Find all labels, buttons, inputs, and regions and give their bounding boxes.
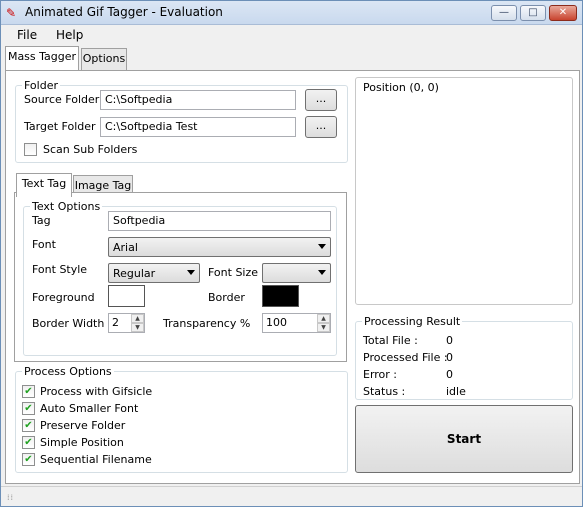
error-value: 0 — [446, 368, 453, 381]
border-color-swatch[interactable] — [262, 285, 299, 307]
border-label: Border — [208, 291, 245, 304]
window-title: Animated Gif Tagger - Evaluation — [25, 5, 223, 19]
close-button[interactable]: ✕ — [549, 5, 577, 21]
app-icon: ✎ — [6, 6, 17, 20]
tag-input[interactable]: Softpedia — [108, 211, 331, 231]
font-style-label: Font Style — [32, 263, 88, 276]
chevron-down-icon — [318, 270, 326, 275]
tab-options[interactable]: Options — [81, 48, 127, 70]
position-label: Position (0, 0) — [363, 81, 439, 94]
title-bar[interactable]: ✎ Animated Gif Tagger - Evaluation — □ ✕ — [1, 1, 582, 25]
process-options-label: Process Options — [22, 365, 114, 378]
error-label: Error : — [363, 368, 398, 381]
start-button[interactable]: Start — [355, 405, 573, 473]
text-options-label: Text Options — [30, 200, 103, 213]
font-label: Font — [32, 238, 56, 251]
folder-group: Folder Source Folder C:\Softpedia ... Ta… — [15, 79, 348, 163]
app-window: ✎ Animated Gif Tagger - Evaluation — □ ✕… — [0, 0, 583, 507]
transparency-value: 100 — [266, 316, 287, 329]
spin-down-icon[interactable]: ▼ — [317, 323, 330, 332]
menu-bar: File Help — [1, 25, 582, 45]
spin-down-icon[interactable]: ▼ — [131, 323, 144, 332]
transparency-spin-buttons[interactable]: ▲ ▼ — [317, 314, 330, 332]
font-size-select[interactable] — [262, 263, 331, 283]
font-select[interactable]: Arial — [108, 237, 331, 257]
sequential-filename-label: Sequential Filename — [40, 453, 152, 466]
chevron-down-icon — [318, 244, 326, 249]
simple-position-checkbox[interactable]: ✔ — [22, 436, 35, 449]
text-tag-panel: Text Options Tag Softpedia Font Arial Fo… — [14, 192, 347, 362]
source-folder-label: Source Folder — [24, 93, 100, 106]
chevron-down-icon — [187, 270, 195, 275]
preserve-folder-checkbox[interactable]: ✔ — [22, 419, 35, 432]
mass-tagger-panel: Folder Source Folder C:\Softpedia ... Ta… — [5, 70, 580, 484]
total-file-value: 0 — [446, 334, 453, 347]
minimize-button[interactable]: — — [491, 5, 517, 21]
spin-up-icon[interactable]: ▲ — [131, 314, 144, 323]
status-bar: ⁞⁞ — [1, 486, 582, 506]
scan-sub-folders-checkbox[interactable] — [24, 143, 37, 156]
font-size-label: Font Size — [208, 266, 259, 279]
menu-help[interactable]: Help — [56, 28, 83, 42]
font-style-value: Regular — [113, 267, 156, 280]
auto-smaller-font-label: Auto Smaller Font — [40, 402, 139, 415]
simple-position-label: Simple Position — [40, 436, 124, 449]
process-gifsicle-label: Process with Gifsicle — [40, 385, 153, 398]
process-options-group: Process Options ✔ Process with Gifsicle … — [15, 365, 348, 473]
main-tabs: Mass Tagger Options — [5, 46, 205, 70]
processing-result-group: Processing Result Total File : 0 Process… — [355, 315, 573, 400]
sequential-filename-checkbox[interactable]: ✔ — [22, 453, 35, 466]
transparency-spinner[interactable]: 100 ▲ ▼ — [262, 313, 331, 333]
font-select-value: Arial — [113, 241, 138, 254]
target-folder-input[interactable]: C:\Softpedia Test — [100, 117, 296, 137]
folder-group-label: Folder — [22, 79, 60, 92]
source-folder-input[interactable]: C:\Softpedia — [100, 90, 296, 110]
processed-file-value: 0 — [446, 351, 453, 364]
status-label: Status : — [363, 385, 406, 398]
target-browse-button[interactable]: ... — [305, 116, 337, 138]
tab-mass-tagger[interactable]: Mass Tagger — [5, 46, 79, 70]
target-folder-label: Target Folder — [24, 120, 96, 133]
preserve-folder-label: Preserve Folder — [40, 419, 126, 432]
position-preview-area[interactable]: Position (0, 0) — [355, 77, 573, 305]
processed-file-label: Processed File : — [363, 351, 448, 364]
transparency-label: Transparency % — [163, 317, 251, 330]
spin-up-icon[interactable]: ▲ — [317, 314, 330, 323]
status-value: idle — [446, 385, 466, 398]
maximize-button[interactable]: □ — [520, 5, 546, 21]
total-file-label: Total File : — [363, 334, 418, 347]
tab-text-tag[interactable]: Text Tag — [16, 173, 72, 197]
processing-result-label: Processing Result — [362, 315, 463, 328]
resize-grip-icon[interactable]: ⁞⁞ — [7, 493, 14, 502]
auto-smaller-font-checkbox[interactable]: ✔ — [22, 402, 35, 415]
border-width-value: 2 — [112, 316, 119, 329]
border-width-label: Border Width — [32, 317, 105, 330]
scan-sub-folders-label: Scan Sub Folders — [43, 143, 138, 156]
border-width-spin-buttons[interactable]: ▲ ▼ — [131, 314, 144, 332]
tag-label: Tag — [32, 214, 51, 227]
menu-file[interactable]: File — [17, 28, 37, 42]
border-width-spinner[interactable]: 2 ▲ ▼ — [108, 313, 145, 333]
text-options-group: Text Options Tag Softpedia Font Arial Fo… — [23, 200, 337, 356]
source-browse-button[interactable]: ... — [305, 89, 337, 111]
process-gifsicle-checkbox[interactable]: ✔ — [22, 385, 35, 398]
foreground-color-swatch[interactable] — [108, 285, 145, 307]
foreground-label: Foreground — [32, 291, 95, 304]
font-style-select[interactable]: Regular — [108, 263, 200, 283]
